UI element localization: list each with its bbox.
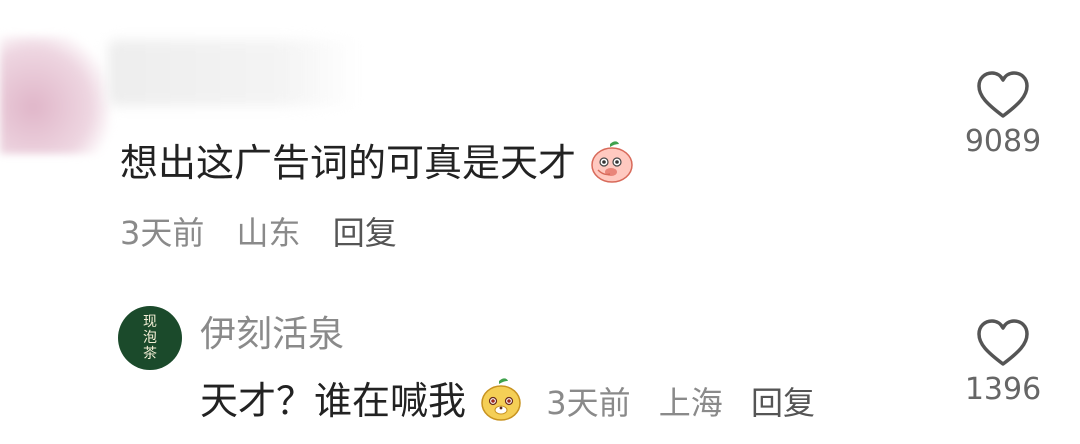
comment-text: 想出这广告词的可真是天才 [120,132,636,193]
like-count: 9089 [964,124,1042,159]
reply-meta: 3天前 上海 回复 [546,384,815,422]
comment-like[interactable]: 9089 [958,70,1048,159]
avatar-char-2: 泡 [143,330,157,346]
reply-time: 3天前 [546,384,631,422]
peach-face-emoji-icon [588,138,636,193]
blurred-avatar[interactable] [0,36,110,154]
avatar-char-1: 现 [143,314,157,330]
reply-text: 天才？谁在喊我 3天前 上海 回复 [200,370,815,431]
heart-icon[interactable] [975,71,1031,124]
reply-button[interactable]: 回复 [333,214,397,252]
reply-location: 上海 [658,384,723,422]
cute-face-emoji-icon [478,376,524,431]
reply-author[interactable]: 伊刻活泉 [200,305,344,357]
blurred-username [108,40,358,106]
comment-meta: 3天前 山东 回复 [120,208,397,254]
reply-like[interactable]: 1396 [958,318,1048,407]
comment-body: 想出这广告词的可真是天才 [120,141,577,185]
comment-location: 山东 [236,214,301,252]
reply-reply-button[interactable]: 回复 [751,384,815,422]
avatar-char-3: 茶 [143,346,157,362]
reply-body: 天才？谁在喊我 [200,379,467,423]
comment-time: 3天前 [120,214,205,252]
like-count: 1396 [964,372,1042,407]
heart-icon[interactable] [975,319,1031,372]
reply-avatar[interactable]: 现 泡 茶 [118,306,182,370]
